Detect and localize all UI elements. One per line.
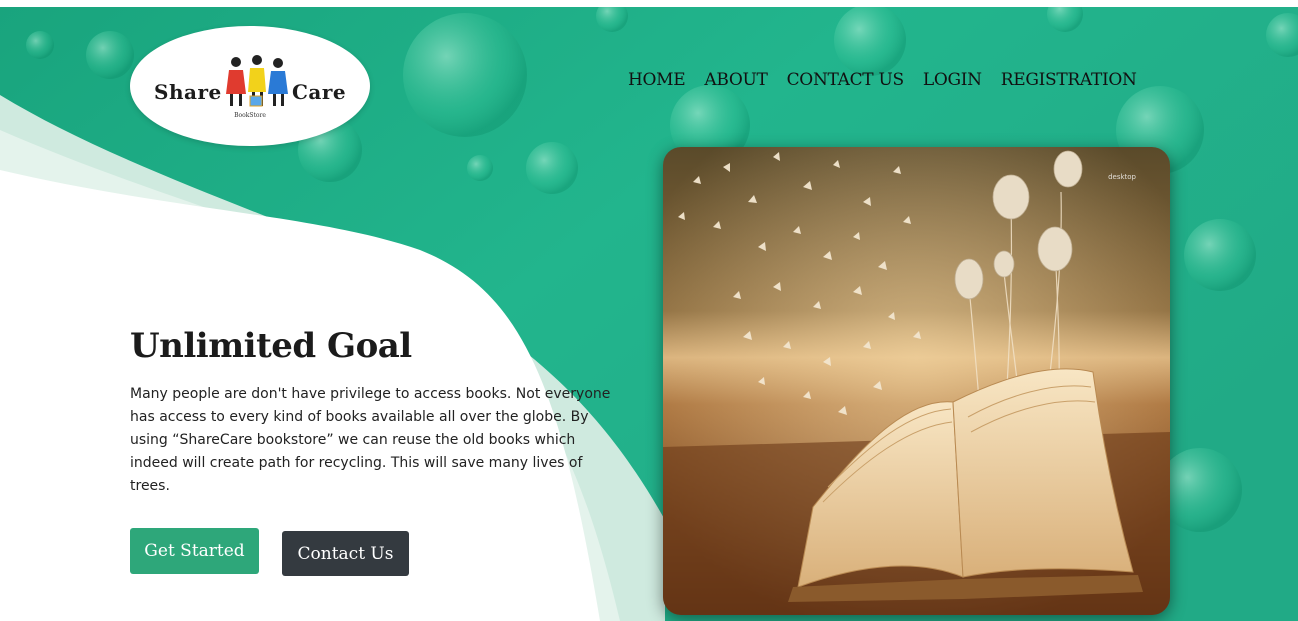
image-watermark: desktop: [1108, 173, 1136, 181]
brand-logo[interactable]: Share Care BookStore: [130, 26, 370, 146]
top-edge: [0, 0, 1298, 7]
open-book-illustration: [663, 147, 1170, 615]
nav-home[interactable]: HOME: [628, 70, 686, 90]
nav-contact-us[interactable]: CONTACT US: [787, 70, 905, 90]
contact-us-button[interactable]: Contact Us: [282, 531, 409, 576]
page: Share Care BookStore HOME ABOUT CONTACT …: [0, 0, 1298, 621]
brand-name-left: Share: [154, 80, 222, 104]
hero-book-image: desktop: [663, 147, 1170, 615]
nav-about[interactable]: ABOUT: [704, 70, 768, 90]
brand-tagline: BookStore: [234, 112, 266, 119]
hero-description: Many people are don't have privilege to …: [130, 386, 611, 494]
hero-title: Unlimited Goal: [130, 326, 412, 366]
get-started-button[interactable]: Get Started: [130, 528, 259, 574]
children-logo-icon: [226, 55, 288, 107]
main-nav: HOME ABOUT CONTACT US LOGIN REGISTRATION: [628, 70, 1137, 90]
nav-registration[interactable]: REGISTRATION: [1001, 70, 1137, 90]
nav-login[interactable]: LOGIN: [923, 70, 982, 90]
brand-name-right: Care: [292, 80, 347, 104]
